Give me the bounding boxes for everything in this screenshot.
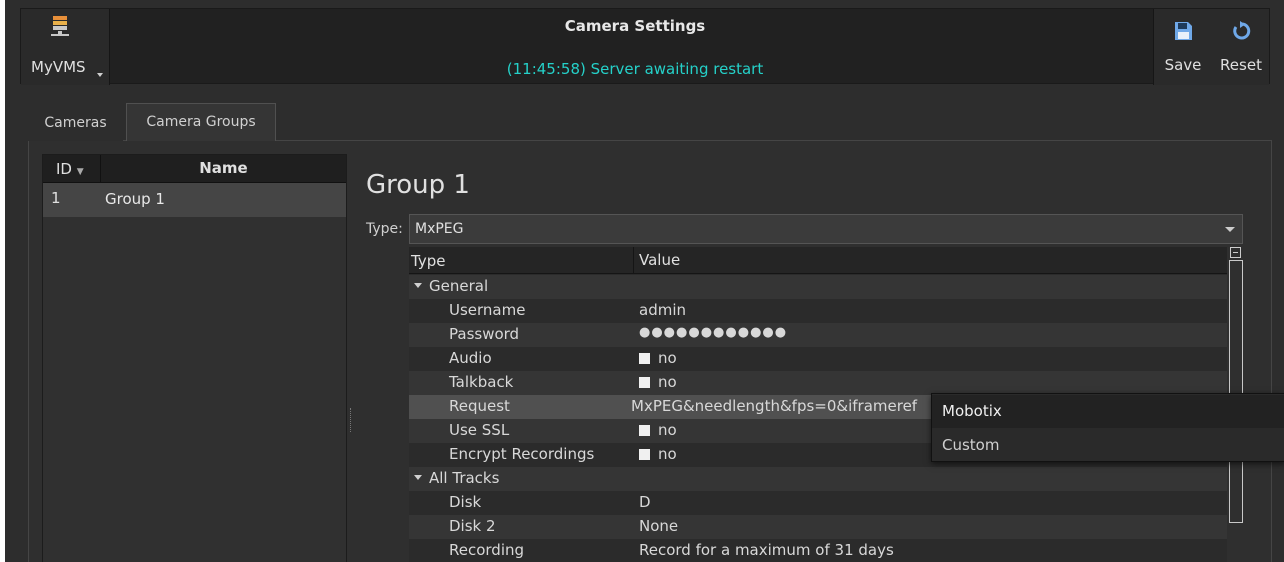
property-value: admin — [639, 301, 686, 319]
table-header: ID ▼ Name — [43, 155, 346, 183]
checkbox[interactable] — [639, 449, 650, 460]
section-all-tracks[interactable]: All Tracks — [409, 467, 1227, 491]
type-value: MxPEG — [415, 221, 464, 237]
group-title: Group 1 — [366, 170, 470, 200]
app-name: MyVMS — [31, 58, 86, 76]
checkbox[interactable] — [639, 353, 650, 364]
property-row-recording[interactable]: Recording Record for a maximum of 31 day… — [409, 539, 1227, 562]
property-name: Use SSL — [449, 421, 510, 439]
property-row-disk[interactable]: Disk D — [409, 491, 1227, 515]
property-row-password[interactable]: Password ●●●●●●●●●●●● — [409, 323, 1227, 347]
popup-option-mobotix[interactable]: Mobotix — [932, 395, 1284, 428]
row-id: 1 — [51, 189, 61, 207]
window-title: Camera Settings — [564, 17, 706, 35]
property-row-username[interactable]: Username admin — [409, 299, 1227, 323]
group-list-table: ID ▼ Name 1 Group 1 — [42, 154, 347, 562]
property-value: Record for a maximum of 31 days — [639, 541, 894, 559]
splitter-handle[interactable] — [350, 408, 353, 432]
section-label: General — [429, 277, 489, 295]
popup-option-custom[interactable]: Custom — [932, 429, 1284, 462]
property-value: no — [658, 445, 677, 463]
property-name: Talkback — [449, 373, 514, 391]
reset-arrow-icon — [1233, 21, 1251, 40]
type-dropdown[interactable]: MxPEG — [409, 214, 1243, 244]
title-bar: MyVMS Camera Settings (11:45:58) Server … — [20, 8, 1270, 85]
property-name: Recording — [449, 541, 525, 559]
toolbar: Save Reset — [1153, 9, 1269, 85]
property-name: Disk 2 — [449, 517, 496, 535]
property-name: Username — [449, 301, 526, 319]
property-name: Disk — [449, 493, 482, 511]
column-header-name[interactable]: Name — [101, 155, 346, 183]
reset-label: Reset — [1220, 56, 1262, 74]
column-header-id[interactable]: ID ▼ — [43, 155, 101, 183]
property-value: no — [658, 373, 677, 391]
property-value: no — [658, 349, 677, 367]
row-name: Group 1 — [105, 190, 165, 208]
checkbox[interactable] — [639, 377, 650, 388]
property-value: None — [639, 517, 679, 535]
server-stack-icon — [51, 16, 69, 36]
reset-button[interactable]: Reset — [1212, 9, 1270, 85]
chevron-down-icon: ▼ — [76, 167, 84, 177]
tree-header: Type Value — [409, 247, 1227, 274]
scroll-up-icon[interactable] — [1230, 247, 1241, 258]
property-value: no — [658, 421, 677, 439]
property-value: ●●●●●●●●●●●● — [639, 325, 788, 340]
floppy-disk-icon — [1175, 22, 1192, 40]
section-label: All Tracks — [429, 469, 500, 487]
app-window: MyVMS Camera Settings (11:45:58) Server … — [5, 0, 1284, 562]
save-label: Save — [1164, 56, 1202, 74]
app-menu-button[interactable]: MyVMS — [21, 9, 110, 85]
table-row[interactable]: 1 Group 1 — [43, 183, 346, 217]
property-value[interactable]: MxPEG&needlength&fps=0&iframeref — [631, 397, 917, 415]
tab-camera-groups[interactable]: Camera Groups — [126, 103, 276, 141]
column-label-id: ID — [56, 160, 72, 178]
column-header-type: Type — [411, 252, 446, 270]
property-row-talkback[interactable]: Talkback no — [409, 371, 1227, 395]
column-header-value: Value — [633, 247, 680, 274]
tab-cameras[interactable]: Cameras — [28, 104, 123, 141]
caret-down-icon — [97, 73, 103, 77]
expand-triangle-icon — [414, 475, 422, 480]
property-name: Password — [449, 325, 520, 343]
checkbox[interactable] — [639, 425, 650, 436]
property-name: Request — [449, 397, 510, 415]
type-label: Type: — [366, 221, 403, 237]
section-general[interactable]: General — [409, 275, 1227, 299]
property-value: D — [639, 493, 651, 511]
expand-triangle-icon — [414, 283, 422, 288]
property-row-audio[interactable]: Audio no — [409, 347, 1227, 371]
property-row-disk-2[interactable]: Disk 2 None — [409, 515, 1227, 539]
scrollbar-thumb[interactable] — [1229, 260, 1243, 523]
request-options-popup: Mobotix Custom — [931, 393, 1284, 462]
server-status: (11:45:58) Server awaiting restart — [506, 60, 764, 78]
save-button[interactable]: Save — [1154, 9, 1212, 85]
chevron-down-icon — [1225, 227, 1235, 232]
property-name: Encrypt Recordings — [449, 445, 595, 463]
property-name: Audio — [449, 349, 492, 367]
